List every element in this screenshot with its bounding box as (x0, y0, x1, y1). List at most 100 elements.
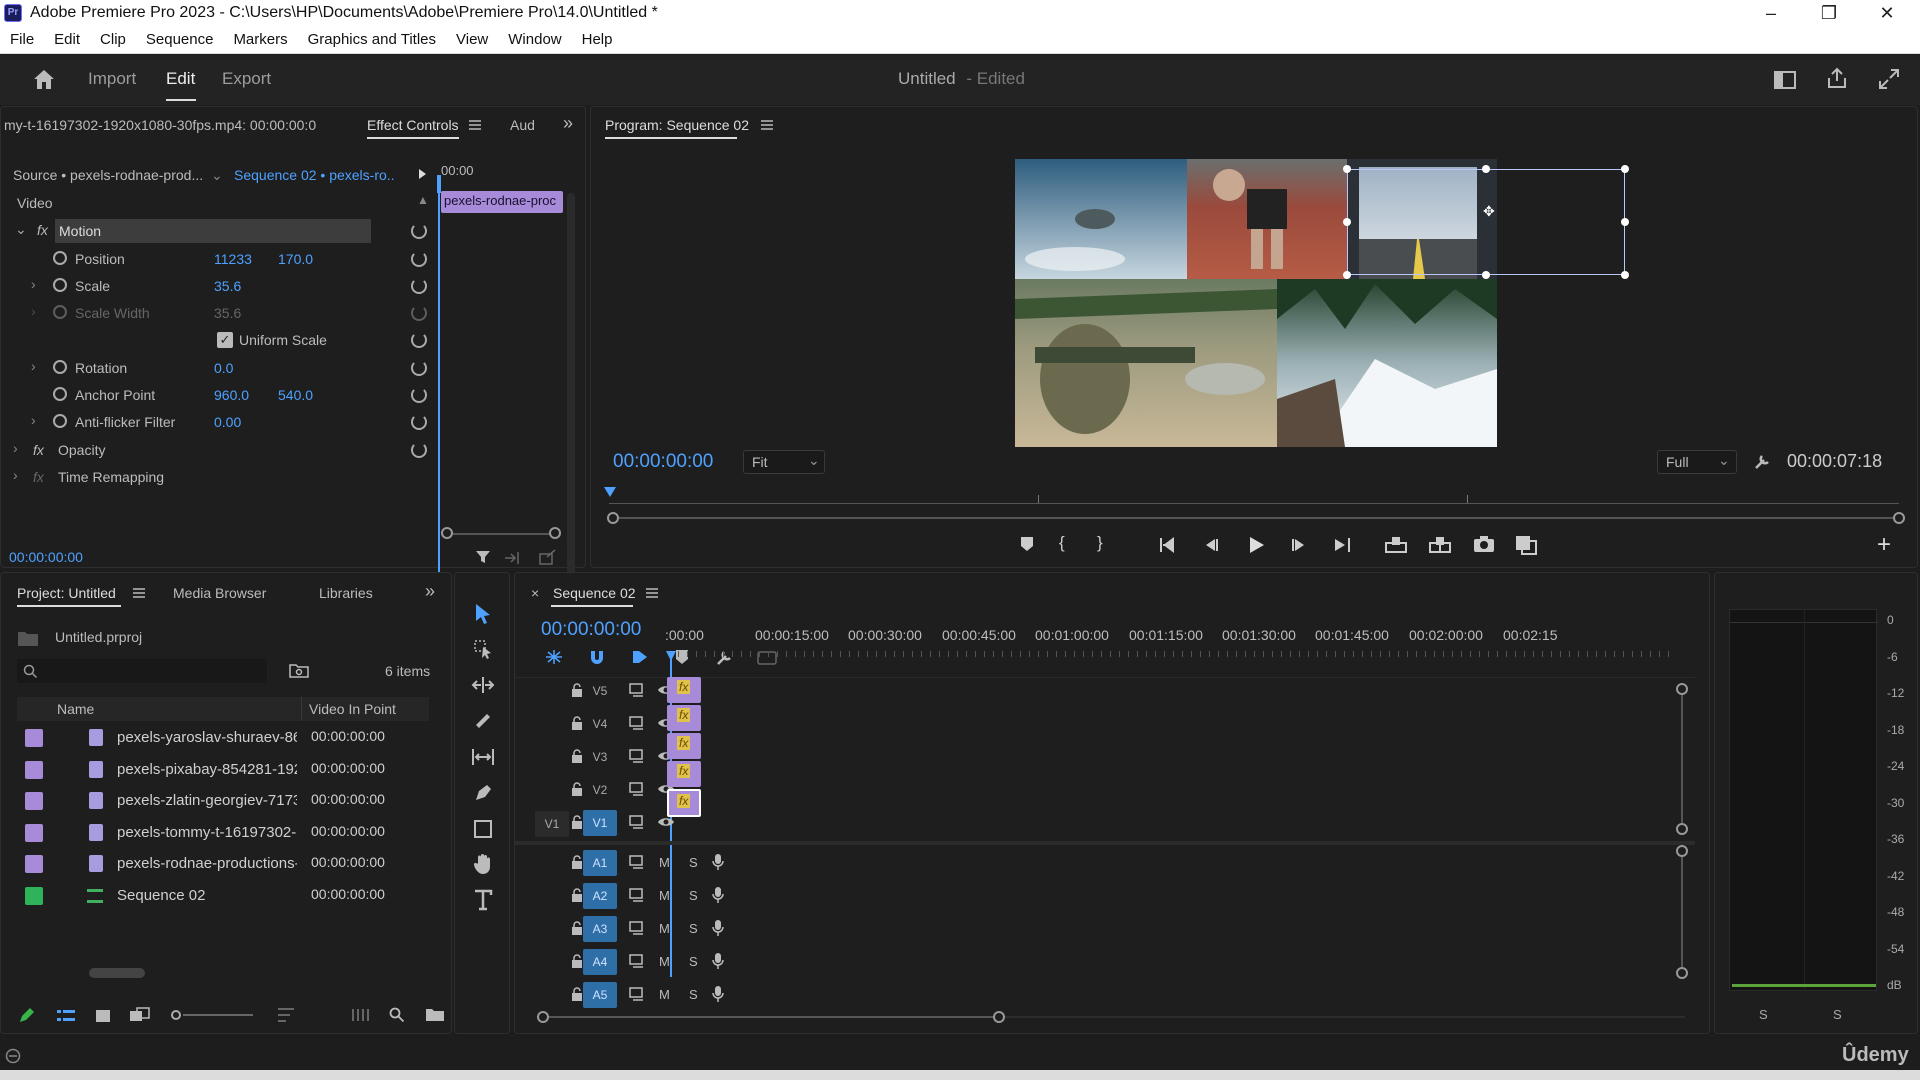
filter-icon[interactable] (475, 549, 491, 565)
new-search-bin-icon[interactable] (289, 663, 309, 679)
menu-graphics-titles[interactable]: Graphics and Titles (308, 28, 436, 48)
position-y-value[interactable]: 170.0 (278, 251, 313, 267)
mark-out-icon[interactable]: } (1097, 533, 1103, 553)
audio-scroll-track[interactable] (1681, 857, 1683, 967)
close-sequence-icon[interactable]: × (531, 585, 539, 601)
video-scroll-handle-bottom[interactable] (1676, 823, 1688, 835)
clip-v5[interactable]: fx (667, 677, 701, 703)
transform-handle[interactable] (1482, 165, 1490, 173)
lock-icon[interactable] (571, 815, 583, 829)
menu-view[interactable]: View (456, 28, 488, 48)
expand-icon[interactable]: › (13, 440, 18, 456)
col-name[interactable]: Name (57, 701, 94, 717)
menu-sequence[interactable]: Sequence (146, 28, 214, 48)
timeline-zoom-handle-left[interactable] (537, 1011, 549, 1023)
icon-view-icon[interactable] (95, 1009, 111, 1023)
transform-handle[interactable] (1621, 165, 1629, 173)
panel-menu-icon[interactable] (646, 587, 658, 599)
uniform-scale-checkbox[interactable]: ✓ (217, 332, 233, 348)
program-timecode[interactable]: 00:00:00:00 (613, 451, 713, 473)
snap-icon[interactable] (589, 649, 605, 665)
lock-icon[interactable] (571, 954, 583, 968)
reset-icon[interactable] (411, 251, 427, 267)
mute-button[interactable]: M (659, 921, 670, 936)
project-item-in-point[interactable]: 00:00:00:00 (311, 886, 385, 902)
stopwatch-icon[interactable] (53, 278, 67, 292)
toggle-icon[interactable] (539, 549, 557, 565)
reset-icon[interactable] (411, 223, 427, 239)
tab-project[interactable]: Project: Untitled (17, 585, 116, 601)
menu-window[interactable]: Window (508, 28, 561, 48)
menu-edit[interactable]: Edit (54, 28, 80, 48)
nest-icon[interactable] (545, 649, 563, 665)
tab-libraries[interactable]: Libraries (319, 585, 373, 601)
ec-playhead[interactable] (437, 175, 441, 193)
sync-lock-icon[interactable] (629, 749, 645, 763)
type-tool-icon[interactable] (473, 889, 493, 911)
video-scroll-handle-top[interactable] (1676, 683, 1688, 695)
sync-lock-icon[interactable] (629, 921, 645, 935)
sync-lock-icon[interactable] (629, 987, 645, 1001)
clip-v2[interactable]: fx (667, 761, 701, 787)
lock-icon[interactable] (571, 888, 583, 902)
more-panels-icon[interactable]: » (425, 581, 435, 602)
project-item-row[interactable]: pexels-tommy-t-16197302- 00:00:00:00 (17, 818, 429, 848)
lock-icon[interactable] (571, 987, 583, 1001)
panel-layout-icon[interactable] (1774, 71, 1796, 89)
panel-menu-icon[interactable] (761, 119, 773, 131)
clip-v3[interactable]: fx (667, 733, 701, 759)
menu-file[interactable]: File (10, 28, 34, 48)
project-search-input[interactable] (17, 659, 267, 683)
tab-effect-controls[interactable]: Effect Controls (367, 117, 459, 133)
project-item-in-point[interactable]: 00:00:00:00 (311, 728, 385, 744)
sync-lock-icon[interactable] (629, 888, 645, 902)
track-target[interactable]: V4 (583, 711, 617, 737)
track-target[interactable]: V3 (583, 744, 617, 770)
razor-tool-icon[interactable] (473, 711, 493, 731)
fit-dropdown[interactable]: Fit ⌄ (743, 450, 825, 474)
tab-export[interactable]: Export (222, 69, 271, 89)
fullscreen-icon[interactable] (1878, 68, 1900, 90)
av-divider[interactable] (515, 841, 1695, 845)
sync-lock-icon[interactable] (629, 782, 645, 796)
stopwatch-icon[interactable] (53, 251, 67, 265)
slip-tool-icon[interactable] (471, 747, 495, 767)
lock-icon[interactable] (571, 782, 583, 796)
tab-media-browser[interactable]: Media Browser (173, 585, 266, 601)
microphone-icon[interactable] (711, 886, 725, 904)
lock-icon[interactable] (571, 683, 583, 697)
track-target[interactable]: A3 (583, 916, 617, 942)
timeline-timecode[interactable]: 00:00:00:00 (541, 619, 641, 641)
tab-edit[interactable]: Edit (166, 69, 195, 89)
lift-icon[interactable] (1385, 535, 1407, 553)
ec-scrollbar[interactable] (567, 193, 575, 631)
anchor-y-value[interactable]: 540.0 (278, 387, 313, 403)
zoom-handle-right[interactable] (1893, 512, 1905, 524)
label-color-swatch[interactable] (25, 855, 43, 874)
step-forward-icon[interactable] (1291, 537, 1307, 553)
mute-button[interactable]: M (659, 888, 670, 903)
source-patch-v1[interactable]: V1 (535, 811, 569, 837)
project-item-in-point[interactable]: 00:00:00:00 (311, 854, 385, 870)
panel-menu-icon[interactable] (469, 119, 481, 131)
menu-help[interactable]: Help (582, 28, 613, 48)
program-monitor-title[interactable]: Program: Sequence 02 (605, 117, 749, 133)
zoom-slider-handle[interactable] (171, 1010, 181, 1020)
track-target[interactable]: V5 (583, 678, 617, 704)
go-to-out-icon[interactable] (1333, 537, 1351, 553)
quality-dropdown[interactable]: Full ⌄ (1657, 450, 1737, 474)
zoom-handle-left[interactable] (607, 512, 619, 524)
source-selector[interactable]: Source • pexels-rodnae-prod... (13, 167, 203, 183)
audio-scroll-handle-top[interactable] (1676, 845, 1688, 857)
transform-handle[interactable] (1343, 218, 1351, 226)
solo-button[interactable]: S (689, 954, 698, 969)
lock-icon[interactable] (571, 855, 583, 869)
solo-button[interactable]: S (689, 855, 698, 870)
step-back-icon[interactable] (1203, 537, 1219, 553)
video-scroll-track[interactable] (1681, 695, 1683, 823)
track-target[interactable]: A5 (583, 982, 617, 1008)
home-icon[interactable] (32, 68, 56, 90)
transform-handle[interactable] (1621, 218, 1629, 226)
solo-right-button[interactable]: S (1833, 1007, 1842, 1022)
lock-icon[interactable] (571, 749, 583, 763)
